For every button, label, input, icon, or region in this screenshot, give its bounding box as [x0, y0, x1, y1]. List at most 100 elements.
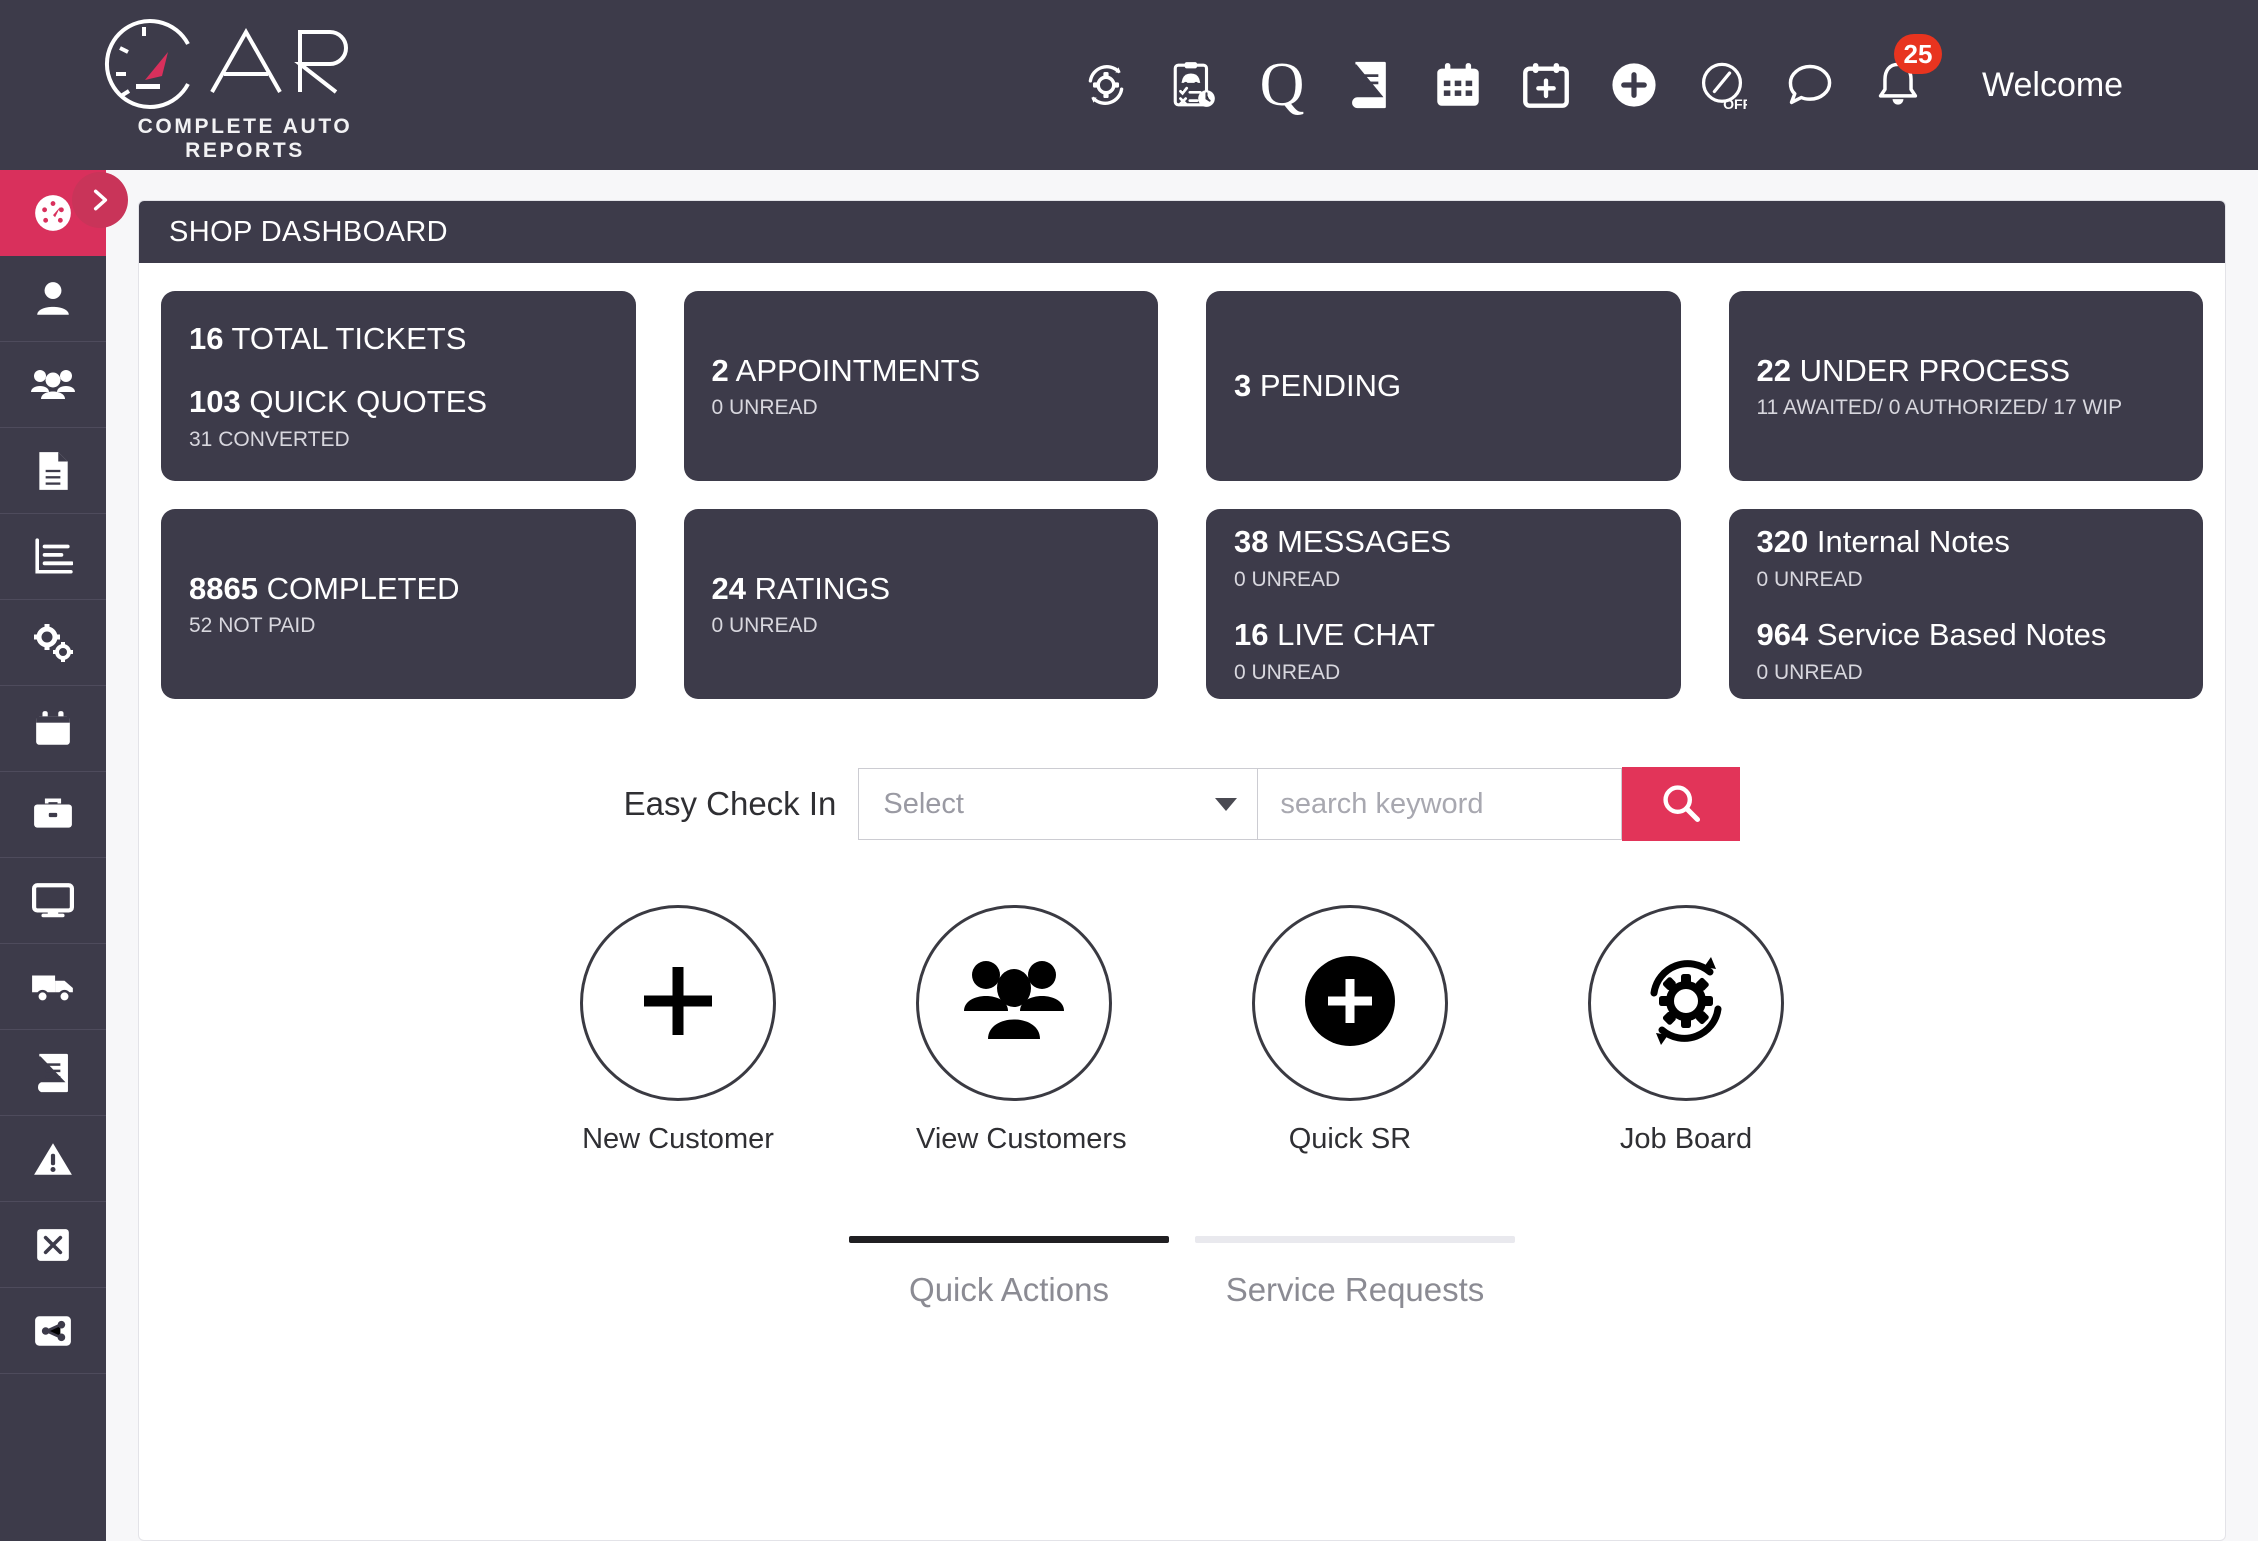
- stat-sub: 0 UNREAD: [1757, 568, 2176, 592]
- quick-action-label: New Customer: [580, 1123, 776, 1156]
- search-icon: [1659, 781, 1703, 828]
- settings-refresh-icon[interactable]: [1080, 56, 1132, 114]
- card-under-process[interactable]: 22 UNDER PROCESS 11 AWAITED/ 0 AUTHORIZE…: [1729, 291, 2204, 481]
- card-internal-notes[interactable]: 320 Internal Notes 0 UNREAD 964 Service …: [1729, 509, 2204, 699]
- sidebar-item-reports[interactable]: [0, 514, 106, 600]
- stat-sub: 11 AWAITED/ 0 AUTHORIZED/ 17 WIP: [1757, 396, 2176, 420]
- sidebar-item-cancelled[interactable]: [0, 1202, 106, 1288]
- stat-value: 103: [189, 384, 241, 419]
- sidebar-item-fleet[interactable]: [0, 944, 106, 1030]
- stat-label: LIVE CHAT: [1277, 617, 1435, 652]
- tab-indicator: [849, 1236, 1169, 1243]
- quick-action-new-customer[interactable]: New Customer: [580, 905, 776, 1156]
- add-circle-icon[interactable]: [1608, 56, 1660, 114]
- tab-quick-actions[interactable]: Quick Actions: [849, 1236, 1169, 1309]
- search-button[interactable]: [1622, 767, 1740, 841]
- boxed-x-icon: [34, 1226, 72, 1264]
- monitor-icon: [32, 882, 74, 920]
- stat-primary: 8865 COMPLETED: [189, 570, 608, 609]
- search-input[interactable]: [1258, 768, 1622, 840]
- people-group-icon: [30, 367, 76, 403]
- calendar-add-icon[interactable]: [1520, 56, 1572, 114]
- bottom-tabs: Quick Actions Service Requests: [139, 1236, 2225, 1309]
- stat-label: APPOINTMENTS: [736, 353, 981, 388]
- stat-primary: 2 APPOINTMENTS: [712, 352, 1131, 391]
- gauge-off-icon[interactable]: OFF: [1696, 56, 1748, 114]
- sidebar-item-customer[interactable]: [0, 256, 106, 342]
- book-icon: [34, 1053, 72, 1093]
- car-gauge-logo-icon: [100, 14, 390, 115]
- dashboard-gauge-icon: [32, 192, 74, 234]
- bell-icon[interactable]: 25: [1872, 56, 1924, 114]
- quick-quote-icon[interactable]: Q: [1256, 56, 1308, 114]
- card-appointments[interactable]: 2 APPOINTMENTS 0 UNREAD: [684, 291, 1159, 481]
- sidebar-item-catalog[interactable]: [0, 1030, 106, 1116]
- tab-label: Service Requests: [1195, 1271, 1515, 1309]
- stat-secondary: 16 LIVE CHAT: [1234, 616, 1653, 655]
- stat-value: 38: [1234, 524, 1268, 559]
- card-messages[interactable]: 38 MESSAGES 0 UNREAD 16 LIVE CHAT 0 UNRE…: [1206, 509, 1681, 699]
- quick-action-circle: [1588, 905, 1784, 1101]
- stat-sub: 0 UNREAD: [1234, 568, 1653, 592]
- svg-text:OFF: OFF: [1723, 96, 1747, 111]
- chat-bubble-icon[interactable]: [1784, 56, 1836, 114]
- stat-primary: 22 UNDER PROCESS: [1757, 352, 2176, 391]
- main-content: SHOP DASHBOARD 16 TOTAL TICKETS 103 QUIC…: [106, 170, 2258, 1541]
- select-value: Select: [883, 788, 964, 821]
- card-total-tickets[interactable]: 16 TOTAL TICKETS 103 QUICK QUOTES 31 CON…: [161, 291, 636, 481]
- sidebar-expand-toggle[interactable]: [72, 172, 128, 228]
- stat-label: RATINGS: [755, 571, 891, 606]
- page-title: SHOP DASHBOARD: [169, 216, 448, 249]
- stat-label: COMPLETED: [267, 571, 460, 606]
- sidebar-item-monitor[interactable]: [0, 858, 106, 944]
- stat-value: 16: [189, 321, 223, 356]
- quick-action-label: Job Board: [1588, 1123, 1784, 1156]
- sidebar-item-documents[interactable]: [0, 428, 106, 514]
- briefcase-icon: [32, 797, 74, 833]
- stat-sub: 0 UNREAD: [712, 614, 1131, 638]
- sidebar-item-jobs[interactable]: [0, 772, 106, 858]
- stat-primary: 3 PENDING: [1234, 367, 1653, 406]
- truck-icon: [30, 970, 76, 1004]
- app-header: COMPLETE AUTO REPORTS: [0, 0, 2258, 170]
- sidebar-item-settings[interactable]: [0, 600, 106, 686]
- quick-action-job-board[interactable]: Job Board: [1588, 905, 1784, 1156]
- check-in-type-select[interactable]: Select: [858, 768, 1258, 840]
- stat-value: 8865: [189, 571, 258, 606]
- sidebar-item-alerts[interactable]: [0, 1116, 106, 1202]
- header-nav-icons: Q: [1080, 0, 2258, 170]
- card-pending[interactable]: 3 PENDING: [1206, 291, 1681, 481]
- chevron-down-icon: [1215, 798, 1237, 811]
- stat-value: 24: [712, 571, 746, 606]
- easy-check-in-label: Easy Check In: [624, 785, 837, 823]
- stat-secondary: 964 Service Based Notes: [1757, 616, 2176, 655]
- tab-service-requests[interactable]: Service Requests: [1195, 1236, 1515, 1309]
- calendar-icon[interactable]: [1432, 56, 1484, 114]
- calendar-icon: [33, 710, 73, 748]
- stat-primary: 38 MESSAGES: [1234, 523, 1653, 562]
- notification-badge: 25: [1894, 34, 1942, 74]
- vehicle-inspection-icon[interactable]: [1168, 56, 1220, 114]
- quick-action-label: View Customers: [916, 1123, 1112, 1156]
- stat-label: MESSAGES: [1277, 524, 1451, 559]
- brand-logo[interactable]: COMPLETE AUTO REPORTS: [100, 14, 390, 163]
- stat-value: 22: [1757, 353, 1791, 388]
- stat-primary: 24 RATINGS: [712, 570, 1131, 609]
- card-completed[interactable]: 8865 COMPLETED 52 NOT PAID: [161, 509, 636, 699]
- document-icon: [36, 450, 70, 492]
- stat-secondary: 103 QUICK QUOTES: [189, 383, 608, 422]
- book-icon[interactable]: [1344, 56, 1396, 114]
- stat-value: 3: [1234, 368, 1251, 403]
- stat-value: 2: [712, 353, 729, 388]
- sidebar-item-share[interactable]: [0, 1288, 106, 1374]
- card-ratings[interactable]: 24 RATINGS 0 UNREAD: [684, 509, 1159, 699]
- quick-action-view-customers[interactable]: View Customers: [916, 905, 1112, 1156]
- plus-filled-circle-icon: [1297, 948, 1403, 1059]
- sidebar-item-calendar[interactable]: [0, 686, 106, 772]
- stat-primary: 320 Internal Notes: [1757, 523, 2176, 562]
- chevron-right-icon: [87, 187, 113, 213]
- panel-header: SHOP DASHBOARD: [139, 201, 2225, 263]
- stat-sub-2: 0 UNREAD: [1234, 661, 1653, 685]
- quick-action-quick-sr[interactable]: Quick SR: [1252, 905, 1448, 1156]
- sidebar-item-customers[interactable]: [0, 342, 106, 428]
